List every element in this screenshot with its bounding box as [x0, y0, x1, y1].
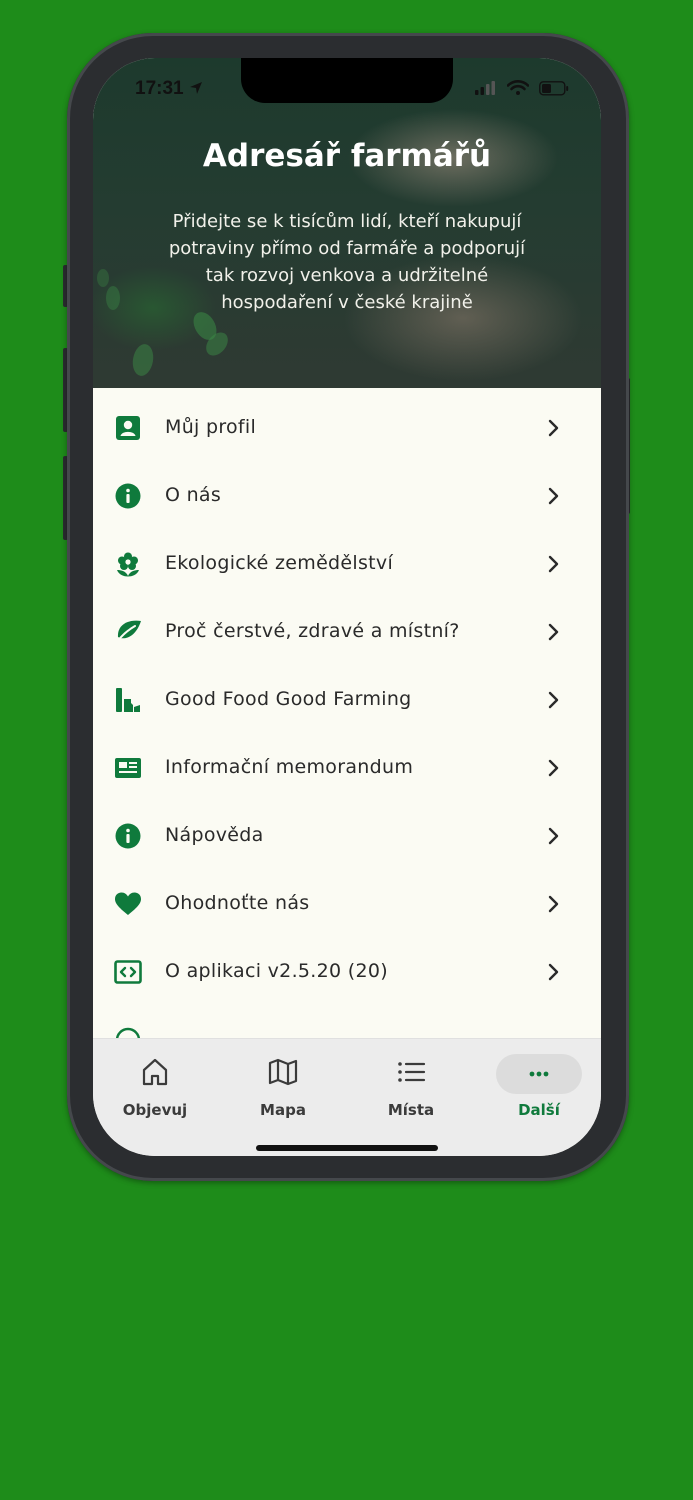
- hero-banner: 17:31 Adresář farmářů Přidejte se k tisí…: [93, 58, 601, 388]
- hero-subtitle-line: Přidejte se k tisícům lidí, kteří nakupu…: [172, 211, 522, 232]
- menu-item-label: Ohodnoťte nás: [165, 892, 310, 914]
- info-icon: [114, 482, 142, 510]
- menu-item-label: Informační memorandum: [165, 756, 414, 778]
- tab-mista[interactable]: Místa: [356, 1051, 466, 1121]
- menu-item-label: Můj profil: [165, 416, 257, 438]
- tab-objevuj[interactable]: Objevuj: [100, 1051, 210, 1121]
- battery-icon: [539, 80, 569, 96]
- page-title: Adresář farmářů: [202, 138, 492, 174]
- menu-item-label: Good Food Good Farming: [165, 688, 412, 710]
- info-icon: [114, 822, 142, 850]
- more-icon: [529, 1071, 549, 1077]
- hero-subtitle-line: potraviny přímo od farmáře a podporují: [168, 238, 526, 259]
- menu-item-about-us[interactable]: O nás: [93, 462, 601, 530]
- menu-item-about-app[interactable]: O aplikaci v2.5.20 (20): [93, 938, 601, 1006]
- chevron-right-icon: [548, 623, 559, 641]
- newspaper-icon: [114, 754, 142, 782]
- flower-icon: [114, 550, 142, 578]
- menu-item-label: Ekologické zemědělství: [165, 552, 394, 574]
- wifi-icon: [507, 80, 529, 95]
- home-icon: [142, 1058, 168, 1086]
- menu-item-organic-farming[interactable]: Ekologické zemědělství: [93, 530, 601, 598]
- menu-item-information-memorandum[interactable]: Informační memorandum: [93, 734, 601, 802]
- chevron-right-icon: [548, 487, 559, 505]
- tab-label: Objevuj: [122, 1101, 188, 1119]
- menu-item-label: Nápověda: [165, 824, 264, 846]
- app-screen: 17:31 Adresář farmářů Přidejte se k tisí…: [93, 58, 601, 1156]
- menu-item-rate-us[interactable]: Ohodnoťte nás: [93, 870, 601, 938]
- menu-list: Můj profil O nás Ekologické zemědělství …: [93, 388, 601, 1074]
- status-indicators: [475, 80, 569, 96]
- tab-label: Mapa: [260, 1101, 306, 1119]
- menu-item-good-food-good-farming[interactable]: Good Food Good Farming: [93, 666, 601, 734]
- code-icon: [114, 958, 142, 986]
- menu-item-help[interactable]: Nápověda: [93, 802, 601, 870]
- tab-bar: Objevuj Mapa Místa Další: [93, 1038, 601, 1156]
- profile-card-icon: [114, 414, 142, 442]
- hero-subtitle-line: hospodaření v české krajině: [221, 292, 473, 313]
- hero-subtitle: Přidejte se k tisícům lidí, kteří nakupu…: [141, 208, 553, 316]
- chevron-right-icon: [548, 555, 559, 573]
- chevron-right-icon: [548, 691, 559, 709]
- heart-icon: [114, 890, 142, 918]
- map-icon: [268, 1058, 298, 1086]
- leaf-icon: [114, 618, 142, 646]
- location-arrow-icon: [189, 82, 202, 94]
- tab-dalsi[interactable]: Další: [484, 1051, 594, 1121]
- menu-item-why-fresh[interactable]: Proč čerstvé, zdravé a místní?: [93, 598, 601, 666]
- chevron-right-icon: [548, 963, 559, 981]
- menu-item-label: Proč čerstvé, zdravé a místní?: [165, 620, 460, 642]
- menu-item-profile[interactable]: Můj profil: [93, 394, 601, 462]
- chevron-right-icon: [548, 759, 559, 777]
- menu-item-label: O aplikaci v2.5.20 (20): [165, 960, 388, 982]
- chevron-right-icon: [548, 827, 559, 845]
- chevron-right-icon: [548, 419, 559, 437]
- tab-label: Místa: [387, 1101, 435, 1119]
- tab-label: Další: [518, 1101, 560, 1119]
- chevron-right-icon: [548, 895, 559, 913]
- menu-item-label: O nás: [165, 484, 222, 506]
- hero-subtitle-line: tak rozvoj venkova a udržitelné: [205, 265, 489, 286]
- signal-icon: [475, 81, 495, 95]
- status-time: 17:31: [135, 78, 203, 100]
- bottle-icon: [114, 686, 142, 714]
- list-icon: [398, 1062, 426, 1082]
- tab-mapa[interactable]: Mapa: [228, 1051, 338, 1121]
- home-indicator[interactable]: [256, 1145, 438, 1151]
- notch: [241, 58, 453, 103]
